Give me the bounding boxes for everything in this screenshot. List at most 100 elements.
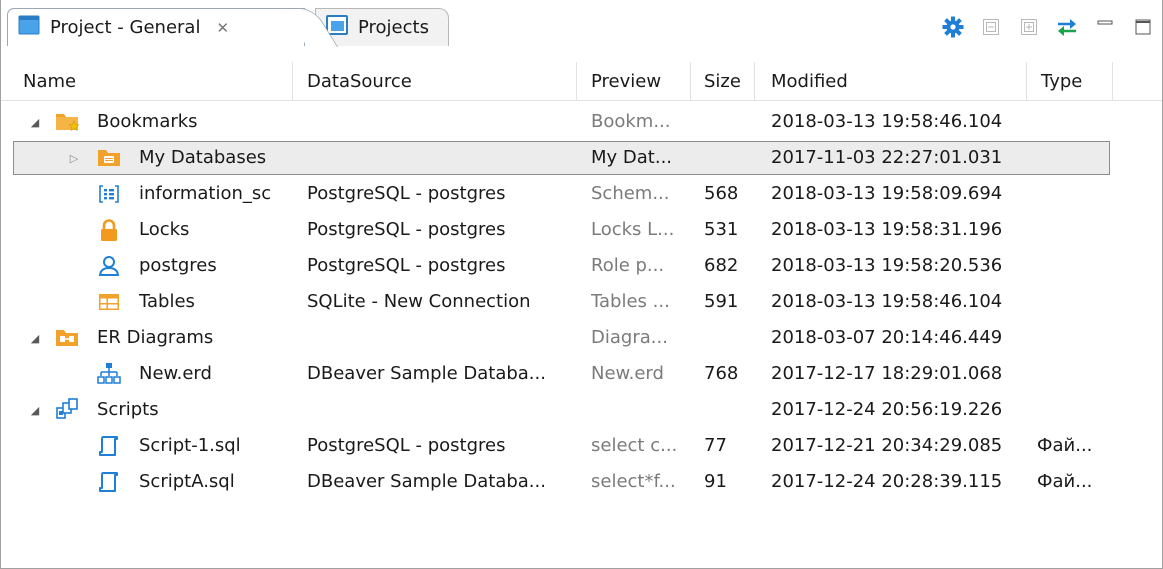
modified-cell: 2018-03-13 19:58:09.694	[771, 183, 1003, 204]
expanded-arrow-icon[interactable]: ◢	[28, 104, 42, 140]
expanded-arrow-icon[interactable]: ◢	[28, 320, 42, 356]
lock-icon	[97, 218, 121, 242]
tab-label: Projects	[358, 17, 429, 38]
modified-cell: 2017-12-21 20:34:29.085	[771, 435, 1003, 456]
modified-cell: 2017-12-24 20:56:19.226	[771, 399, 1003, 420]
size-cell	[704, 140, 754, 176]
preview-cell: select c...	[591, 435, 678, 456]
size-cell: 568	[704, 183, 739, 204]
tree-item-label: Script-1.sql	[139, 435, 241, 456]
tab-projects[interactable]: Projects	[315, 8, 449, 46]
size-cell: 77	[704, 435, 727, 456]
expanded-arrow-icon[interactable]: ◢	[28, 392, 42, 428]
table-icon	[97, 290, 121, 314]
type-cell	[1037, 212, 1117, 248]
database-folder-icon	[97, 146, 121, 170]
collapse-all-icon[interactable]	[978, 14, 1004, 40]
project-icon	[18, 15, 40, 40]
column-header-name[interactable]: Name	[1, 62, 293, 100]
bookmarks-folder-icon	[55, 110, 80, 134]
user-icon	[97, 254, 121, 278]
tree-row-information-schema[interactable]: information_sc PostgreSQL - postgres Sch…	[1, 176, 1162, 212]
tree-row-er-diagrams[interactable]: ◢ ER Diagrams Diagra... 2018-03-07 20:14…	[1, 320, 1162, 356]
column-header-type[interactable]: Type	[1027, 62, 1113, 100]
column-header-size[interactable]: Size	[691, 62, 755, 100]
view-tab-bar: Project - General ✕ Projects	[1, 0, 1162, 63]
modified-cell: 2018-03-13 19:58:31.196	[771, 219, 1003, 240]
datasource-cell: DBeaver Sample Databa...	[307, 471, 546, 492]
datasource-cell: PostgreSQL - postgres	[307, 219, 506, 240]
modified-cell: 2018-03-13 19:58:20.536	[771, 255, 1003, 276]
project-view: Project - General ✕ Projects Name DataSo…	[0, 0, 1163, 569]
tree-item-label: ScriptA.sql	[139, 471, 235, 492]
preview-cell: Locks L...	[591, 219, 675, 240]
preview-cell: New.erd	[591, 363, 664, 384]
size-cell: 591	[704, 291, 739, 312]
size-cell	[704, 320, 754, 356]
type-cell: Фай...	[1037, 471, 1093, 492]
er-diagram-icon	[97, 362, 121, 386]
preview-cell: Tables ...	[591, 291, 670, 312]
column-header-modified[interactable]: Modified	[755, 62, 1027, 100]
tree-item-label: postgres	[139, 255, 217, 276]
tree-item-label: Scripts	[97, 399, 159, 420]
view-toolbar	[940, 14, 1156, 40]
preview-cell: select*f...	[591, 471, 676, 492]
scripts-folder-icon	[55, 398, 79, 422]
tab-project-general[interactable]: Project - General ✕	[7, 8, 305, 46]
datasource-cell: PostgreSQL - postgres	[307, 183, 506, 204]
tree-item-label: information_sc	[139, 183, 272, 204]
tree-item-label: Locks	[139, 219, 190, 240]
size-cell: 682	[704, 255, 739, 276]
preview-cell: Role p...	[591, 255, 665, 276]
tree-row-postgres[interactable]: postgres PostgreSQL - postgres Role p...…	[1, 248, 1162, 284]
modified-cell: 2018-03-07 20:14:46.449	[771, 327, 1003, 348]
tree-item-label: New.erd	[139, 363, 212, 384]
collapsed-arrow-icon[interactable]: ▷	[67, 140, 81, 176]
size-cell: 531	[704, 219, 739, 240]
size-cell: 91	[704, 471, 727, 492]
type-cell	[1037, 392, 1117, 428]
er-folder-icon	[55, 326, 79, 350]
close-icon[interactable]: ✕	[216, 19, 229, 37]
tree-item-label: Tables	[139, 291, 195, 312]
preview-cell	[591, 392, 691, 428]
modified-cell: 2017-11-03 22:27:01.031	[771, 147, 1003, 168]
datasource-cell: DBeaver Sample Databa...	[307, 363, 546, 384]
tree-row-my-databases[interactable]: ▷ My Databases My Dat... 2017-11-03 22:2…	[1, 140, 1162, 176]
tree-item-label: Bookmarks	[97, 111, 198, 132]
sql-script-icon	[97, 434, 121, 458]
minimize-icon[interactable]	[1092, 14, 1118, 40]
tree-row-script-1[interactable]: Script-1.sql PostgreSQL - postgres selec…	[1, 428, 1162, 464]
tree-row-scripts[interactable]: ◢ Scripts 2017-12-24 20:56:19.226	[1, 392, 1162, 428]
datasource-cell	[307, 320, 577, 356]
tab-label: Project - General	[50, 17, 201, 38]
type-cell	[1037, 320, 1117, 356]
link-with-editor-icon[interactable]	[1054, 14, 1080, 40]
tree-row-tables[interactable]: Tables SQLite - New Connection Tables ..…	[1, 284, 1162, 320]
datasource-cell	[307, 104, 577, 140]
tree-row-locks[interactable]: Locks PostgreSQL - postgres Locks L... 5…	[1, 212, 1162, 248]
maximize-icon[interactable]	[1130, 14, 1156, 40]
expand-all-icon[interactable]	[1016, 14, 1042, 40]
size-cell: 768	[704, 363, 739, 384]
type-cell	[1037, 248, 1117, 284]
datasource-cell: PostgreSQL - postgres	[307, 255, 506, 276]
type-cell: Фай...	[1037, 435, 1093, 456]
datasource-cell: PostgreSQL - postgres	[307, 435, 506, 456]
tree-row-new-erd[interactable]: New.erd DBeaver Sample Databa... New.erd…	[1, 356, 1162, 392]
datasource-cell	[307, 140, 577, 176]
column-header-datasource[interactable]: DataSource	[293, 62, 577, 100]
gear-icon[interactable]	[940, 14, 966, 40]
type-cell	[1037, 140, 1117, 176]
preview-cell: My Dat...	[591, 147, 673, 168]
datasource-cell: SQLite - New Connection	[307, 291, 531, 312]
modified-cell: 2018-03-13 19:58:46.104	[771, 111, 1003, 132]
schema-icon	[97, 182, 121, 206]
sql-script-icon	[97, 470, 121, 494]
tree-row-script-a[interactable]: ScriptA.sql DBeaver Sample Databa... sel…	[1, 464, 1162, 500]
tree-row-bookmarks[interactable]: ◢ Bookmarks Bookm... 2018-03-13 19:58:46…	[1, 104, 1162, 140]
size-cell	[704, 392, 754, 428]
tree-item-label: ER Diagrams	[97, 327, 214, 348]
column-header-preview[interactable]: Preview	[577, 62, 691, 100]
